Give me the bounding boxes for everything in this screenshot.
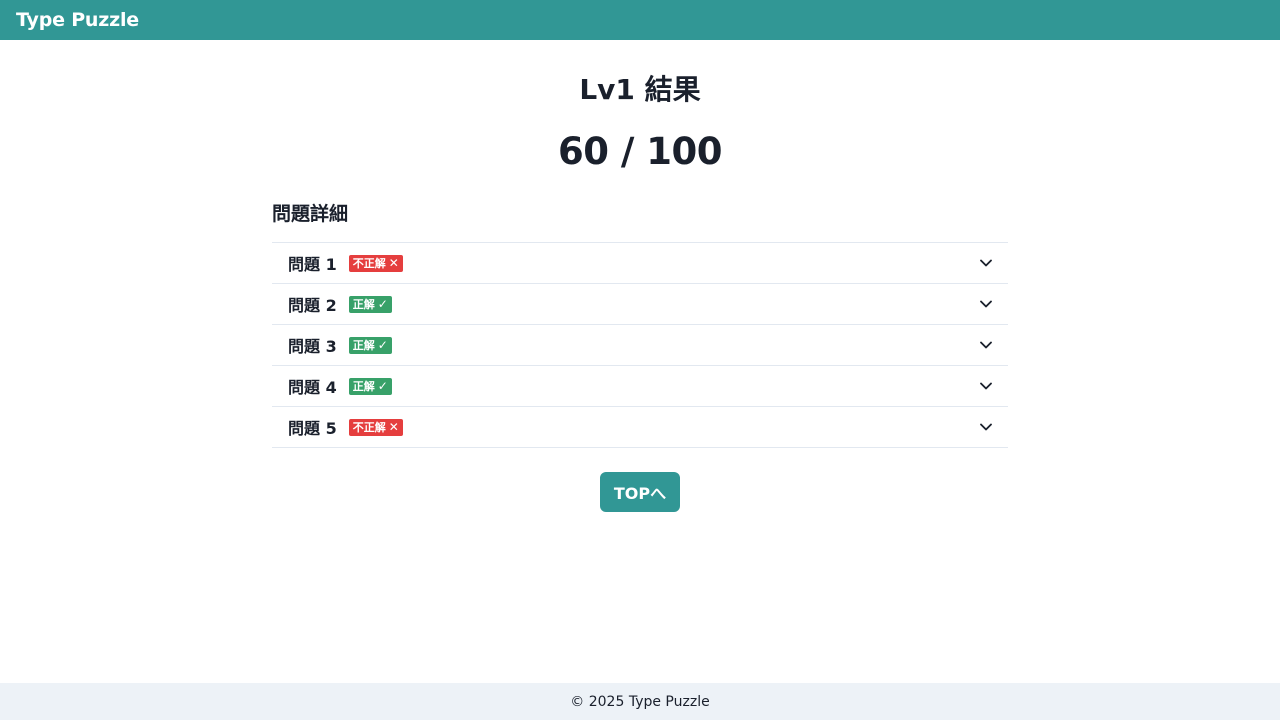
details-section-title: 問題詳細 xyxy=(272,203,349,225)
badge-text: 正解 xyxy=(352,338,375,352)
question-label: 問題 2 xyxy=(288,296,337,315)
check-icon: ✓ xyxy=(377,296,388,311)
question-row-2[interactable]: 問題 2 正解 ✓ xyxy=(272,284,1008,325)
status-badge-correct: 正解 ✓ xyxy=(348,336,392,354)
cross-icon: ✕ xyxy=(388,419,399,434)
check-icon: ✓ xyxy=(377,337,388,352)
footer: © 2025 Type Puzzle xyxy=(0,683,1280,720)
result-title: Lv1 結果 xyxy=(579,73,701,106)
status-badge-correct: 正解 ✓ xyxy=(348,377,392,395)
question-row-4[interactable]: 問題 4 正解 ✓ xyxy=(272,366,1008,407)
page: Type Puzzle Lv1 結果 60 / 100 問題詳細 問題 1 不正… xyxy=(0,0,1280,720)
copyright-text: © 2025 Type Puzzle xyxy=(570,693,710,710)
question-row-1[interactable]: 問題 1 不正解 ✕ xyxy=(272,243,1008,284)
question-label: 問題 1 xyxy=(288,255,337,274)
badge-text: 不正解 xyxy=(352,256,386,270)
question-accordion: 問題 1 不正解 ✕ 問題 2 正解 ✓ 問題 3 正解 ✓ 問題 4 正解 ✓… xyxy=(272,242,1008,448)
question-label: 問題 3 xyxy=(288,337,337,356)
check-icon: ✓ xyxy=(377,378,388,393)
status-badge-wrong: 不正解 ✕ xyxy=(348,254,403,272)
badge-text: 正解 xyxy=(352,379,375,393)
question-row-5[interactable]: 問題 5 不正解 ✕ xyxy=(272,407,1008,448)
question-row-3[interactable]: 問題 3 正解 ✓ xyxy=(272,325,1008,366)
chevron-down-icon[interactable] xyxy=(980,421,992,433)
score-value: 60 / 100 xyxy=(558,130,723,173)
status-badge-correct: 正解 ✓ xyxy=(348,295,392,313)
chevron-down-icon[interactable] xyxy=(980,339,992,351)
chevron-down-icon[interactable] xyxy=(980,298,992,310)
badge-text: 不正解 xyxy=(352,420,386,434)
brand-title[interactable]: Type Puzzle xyxy=(16,9,139,31)
app-header: Type Puzzle xyxy=(0,0,1280,40)
badge-text: 正解 xyxy=(352,297,375,311)
chevron-down-icon[interactable] xyxy=(980,380,992,392)
top-button[interactable]: TOPへ xyxy=(600,472,680,512)
status-badge-wrong: 不正解 ✕ xyxy=(348,418,403,436)
question-label: 問題 4 xyxy=(288,378,337,397)
question-label: 問題 5 xyxy=(288,419,337,438)
cross-icon: ✕ xyxy=(388,255,399,270)
chevron-down-icon[interactable] xyxy=(980,257,992,269)
